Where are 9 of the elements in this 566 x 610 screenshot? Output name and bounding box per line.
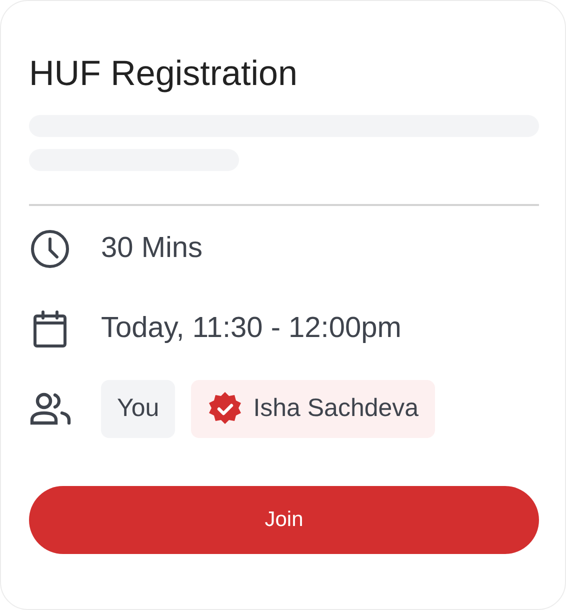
detail-text: 30 Mins <box>101 231 203 266</box>
join-button[interactable]: Join <box>29 486 539 554</box>
clock-icon <box>29 228 71 270</box>
participant-name: Isha Sachdeva <box>253 393 419 424</box>
verified-badge-icon <box>207 391 244 427</box>
detail-text: Today, 11:30 - 12:00pm <box>101 311 402 346</box>
people-icon <box>29 392 73 426</box>
card-title: HUF Registration <box>29 53 298 95</box>
participant-name: You <box>117 393 160 424</box>
